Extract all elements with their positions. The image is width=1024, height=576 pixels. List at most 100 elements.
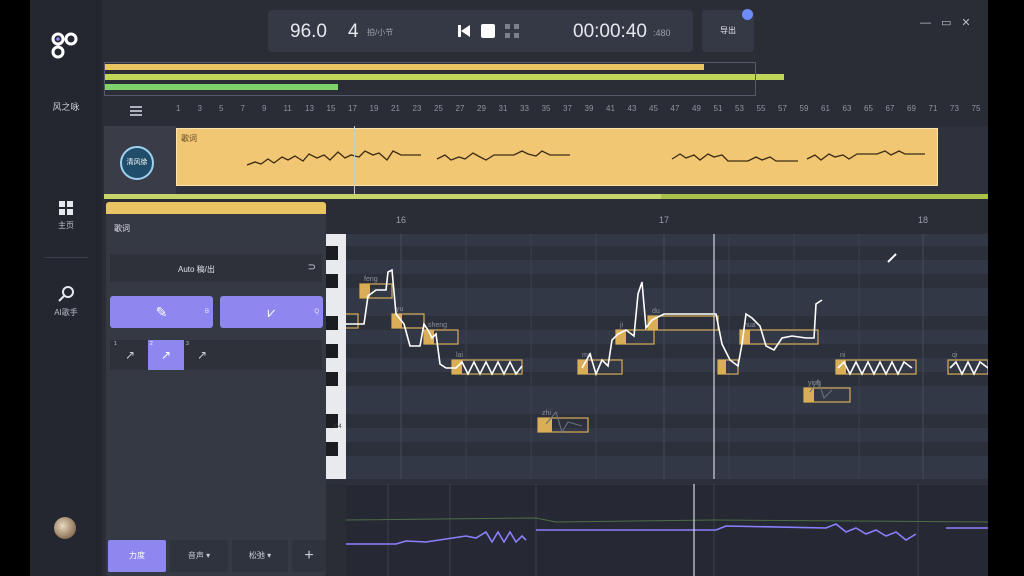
- ruler-tick: 75: [971, 104, 981, 113]
- ruler-tick: 19: [369, 104, 379, 113]
- ruler-tick: 49: [692, 104, 701, 113]
- ruler-tick-labels: 1 3 5 7 9 11 13 15 17 19 21 23 25 27 29 31 33 35 37 39 41 43 4…: [176, 104, 988, 118]
- loop-icon[interactable]: [504, 23, 520, 39]
- left-rail: 风之咏 主页 AI歌手: [30, 0, 102, 576]
- pencil-shortcut: B: [204, 309, 209, 315]
- bar-ruler[interactable]: 16 17 18: [326, 202, 988, 234]
- tab-tension[interactable]: 松弛 ▾: [232, 540, 288, 572]
- tab-label: 松弛: [248, 551, 265, 560]
- skip-back-icon[interactable]: [456, 23, 472, 39]
- nav-ai-singer[interactable]: AI歌手: [38, 285, 94, 318]
- lyrics-clip[interactable]: 歌词: [176, 128, 938, 186]
- ruler-tick: 55: [756, 104, 766, 113]
- time-display: 00:00:40: [573, 21, 647, 42]
- menu-icon[interactable]: [130, 106, 142, 116]
- mode-number: 1: [114, 341, 117, 347]
- mode-selector: 1 ↗ 2 ↗ 3 ↗: [110, 340, 322, 370]
- ruler-tick: 15: [326, 104, 336, 113]
- note-grid[interactable]: feng yu sheng lai zhi mo ji du hua ying …: [346, 234, 988, 479]
- black-keys: [326, 246, 338, 456]
- ruler-tick: 57: [778, 104, 787, 113]
- panel-title: 歌词: [114, 224, 130, 233]
- tab-dynamics[interactable]: 力度: [108, 540, 166, 572]
- bar-number: 17: [659, 215, 670, 225]
- note-grid-svg: feng yu sheng lai zhi mo ji du hua ying …: [346, 234, 988, 479]
- note-lyric: du: [652, 308, 660, 315]
- curve-icon: ⩗: [267, 304, 276, 320]
- note-lyric: feng: [364, 276, 378, 283]
- ace-logo: [51, 32, 78, 59]
- bar-number: 18: [918, 215, 929, 225]
- ruler-tick: 7: [240, 104, 245, 113]
- beats-value[interactable]: 4: [348, 21, 359, 43]
- playhead-overview: [354, 126, 355, 194]
- auto-mode-label: Auto 稿/出: [178, 265, 215, 274]
- clip-waveform: [246, 150, 925, 166]
- ruler-tick: 59: [799, 104, 809, 113]
- user-name: 风之咏: [52, 102, 80, 112]
- ruler-tick: 1: [176, 104, 181, 113]
- key-label-c4: C4: [334, 424, 342, 430]
- ruler-tick: 41: [606, 104, 615, 113]
- add-tab-button[interactable]: +: [292, 540, 326, 572]
- nav-home[interactable]: 主页: [38, 200, 94, 231]
- overview-ruler[interactable]: 1 3 5 7 9 11 13 15 17 19 21 23 25 27 29 31 33 35 37 39 41 43 4…: [104, 60, 988, 122]
- close-icon[interactable]: ✕: [961, 17, 980, 29]
- mode-2-button[interactable]: 2 ↗: [148, 340, 184, 370]
- ruler-tick: 45: [649, 104, 658, 113]
- nav-divider: [44, 257, 88, 258]
- beats-unit: 拍/小节: [367, 28, 394, 37]
- piano-keys[interactable]: C4: [326, 234, 346, 479]
- pencil-cursor-icon: [887, 253, 897, 263]
- parameter-lane[interactable]: [326, 483, 988, 576]
- notification-badge: [742, 9, 753, 20]
- maximize-icon[interactable]: ▭: [941, 17, 961, 29]
- track-lane: 清风徐 歌词: [104, 126, 988, 199]
- ruler-tick: 65: [864, 104, 873, 113]
- ruler-tick: 31: [498, 104, 508, 113]
- auto-mode-row[interactable]: Auto 稿/出 ⊃: [110, 254, 322, 282]
- ruler-tick: 25: [434, 104, 443, 113]
- note-lyric: qi: [952, 352, 958, 359]
- tab-label: 音声: [187, 551, 204, 560]
- note-lyric: sheng: [428, 322, 447, 329]
- note-lyric: yu: [396, 306, 404, 313]
- ruler-tick: 11: [283, 104, 292, 113]
- tab-voice[interactable]: 音声 ▾: [170, 540, 228, 572]
- ticks-display: :480: [653, 28, 671, 38]
- mode-1-button[interactable]: 1 ↗: [112, 340, 148, 370]
- pencil-icon: ✎: [155, 304, 168, 320]
- avatar[interactable]: [54, 517, 76, 539]
- ruler-tick: 73: [950, 104, 959, 113]
- ruler-tick: 47: [670, 104, 680, 113]
- ruler-tick: 71: [928, 104, 938, 113]
- ruler-tick: 23: [412, 104, 422, 113]
- mode-number: 3: [186, 341, 189, 347]
- ruler-tick: 53: [735, 104, 744, 113]
- ruler-tick: 39: [584, 104, 594, 113]
- pencil-tool-button[interactable]: ✎ B: [110, 296, 213, 328]
- ruler-tick: 51: [713, 104, 723, 113]
- ruler-tick: 21: [391, 104, 400, 113]
- parameter-curve-svg: [326, 483, 988, 576]
- note-lyric: zhi: [542, 410, 551, 417]
- piano-roll-editor: 16 17 18 C4 feng yu sheng lai zhi mo ji …: [326, 202, 988, 576]
- plus-icon: +: [304, 547, 314, 564]
- track-thumbnail[interactable]: 清风徐: [104, 126, 176, 198]
- mode-3-button[interactable]: 3 ↗: [184, 340, 220, 370]
- ruler-tick: 37: [563, 104, 572, 113]
- ruler-tick: 27: [455, 104, 465, 113]
- app-window: 风之咏 主页 AI歌手 96.0 4 拍/小节 00:00:40:480 导出…: [30, 0, 988, 576]
- ruler-tick: 17: [348, 104, 357, 113]
- stop-icon[interactable]: [480, 23, 496, 39]
- overview-viewport[interactable]: [104, 62, 756, 96]
- ruler-tick: 5: [219, 104, 224, 113]
- curve-shortcut: Q: [314, 309, 319, 315]
- panel-header-stripe: [106, 202, 326, 214]
- pitch-tool-icon: ↗: [124, 348, 136, 362]
- pitch-tool-icon: ↗: [196, 348, 208, 362]
- minimize-icon[interactable]: —: [920, 17, 941, 29]
- curve-tool-button[interactable]: ⩗ Q: [220, 296, 323, 328]
- bpm-value[interactable]: 96.0: [290, 21, 327, 43]
- magnet-icon[interactable]: ⊃: [308, 262, 316, 273]
